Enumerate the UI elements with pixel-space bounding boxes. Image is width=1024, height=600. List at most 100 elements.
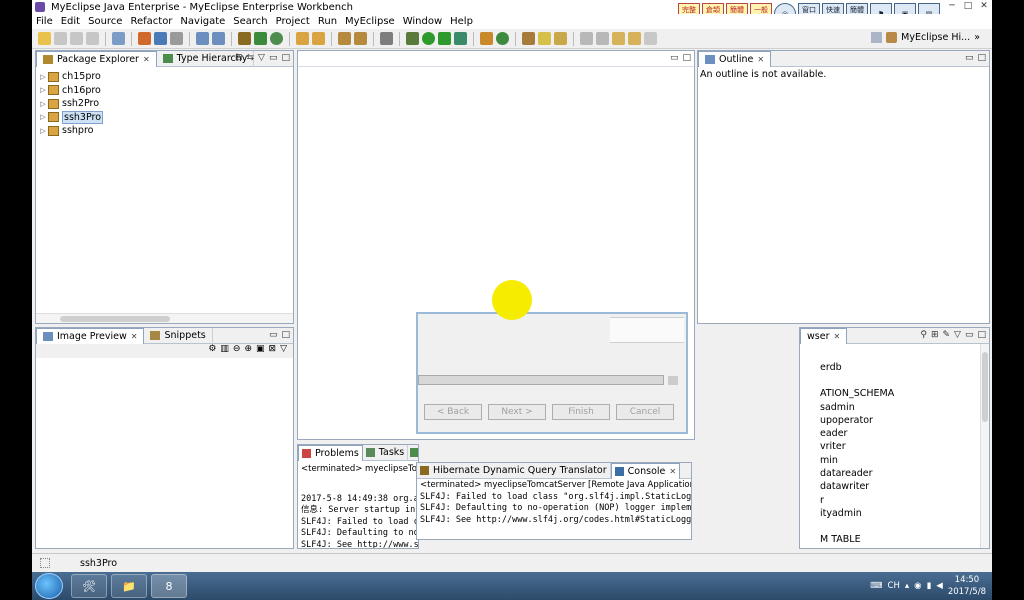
highlight-icon[interactable] [538, 32, 551, 45]
prev-annotation-icon[interactable] [596, 32, 609, 45]
minimize-button[interactable]: ─ [944, 0, 960, 12]
maximize-view-icon[interactable]: □ [977, 330, 986, 340]
tab-hibernate-query[interactable]: Hibernate Dynamic Query Translator [417, 463, 611, 479]
tab-image-preview[interactable]: Image Preview ✕ [36, 328, 145, 344]
close-icon[interactable]: ✕ [131, 332, 138, 341]
cancel-button[interactable]: Cancel [616, 404, 674, 420]
perspective-switcher[interactable]: MyEclipse Hi... » [871, 32, 980, 43]
db-item[interactable]: vriter [820, 440, 989, 453]
menu-myeclipse[interactable]: MyEclipse [341, 16, 399, 27]
back-icon[interactable] [628, 32, 641, 45]
new-icon[interactable] [38, 32, 51, 45]
close-button[interactable]: ✕ [976, 0, 992, 12]
close-icon[interactable]: ✕ [757, 55, 764, 64]
menu-navigate[interactable]: Navigate [176, 16, 229, 27]
browser-icon[interactable] [170, 32, 183, 45]
db-connect-icon[interactable]: ⚲ [920, 330, 927, 340]
minimize-view-icon[interactable]: ▭ [269, 53, 278, 63]
back-button[interactable]: < Back [424, 404, 482, 420]
expand-arrow-icon[interactable]: ▷ [38, 73, 48, 81]
db-item[interactable]: erdb [820, 361, 989, 374]
last-edit-icon[interactable] [612, 32, 625, 45]
horizontal-scrollbar[interactable] [36, 313, 293, 323]
collapse-all-icon[interactable]: ⊟ [235, 53, 243, 63]
open-type-icon[interactable] [296, 32, 309, 45]
refresh-icon[interactable] [496, 32, 509, 45]
settings-icon[interactable]: ⚙ [208, 344, 216, 358]
run-config-icon[interactable] [454, 32, 467, 45]
taskbar-app-folder-icon[interactable]: 📁 [111, 574, 147, 598]
zoom-in-icon[interactable]: ⊕ [244, 344, 252, 358]
security-icon[interactable]: ◉ [914, 581, 921, 591]
maximize-view-icon[interactable]: □ [281, 330, 290, 340]
class-icon[interactable] [254, 32, 267, 45]
show-hidden-icon[interactable]: ▴ [905, 581, 909, 591]
close-icon[interactable]: ✕ [669, 467, 676, 476]
menu-help[interactable]: Help [446, 16, 477, 27]
db-item[interactable]: sadmin [820, 401, 989, 414]
view-menu-icon[interactable]: ▽ [280, 344, 287, 358]
close-icon[interactable]: ✕ [143, 55, 150, 64]
volume-icon[interactable]: ◀ [936, 581, 943, 591]
db-item[interactable]: r [820, 494, 989, 507]
menu-source[interactable]: Source [84, 16, 126, 27]
save-icon[interactable] [54, 32, 67, 45]
db-new-icon[interactable]: ⊞ [931, 330, 939, 340]
tray-lang[interactable]: CH [888, 581, 900, 591]
maximize-view-icon[interactable]: □ [682, 53, 691, 63]
tree-item-ssh3pro[interactable]: ▷ ssh3Pro [38, 110, 291, 125]
db-item[interactable]: datawriter [820, 480, 989, 493]
minimize-view-icon[interactable]: ▭ [269, 330, 278, 340]
menu-project[interactable]: Project [272, 16, 314, 27]
status-settings-icon[interactable] [40, 558, 50, 568]
debug-icon[interactable] [406, 32, 419, 45]
scroll-thumb[interactable] [982, 352, 988, 422]
tab-outline[interactable]: Outline ✕ [698, 51, 772, 67]
close-icon[interactable]: ✕ [833, 332, 840, 341]
menu-edit[interactable]: Edit [57, 16, 84, 27]
run-icon[interactable] [422, 32, 435, 45]
menu-file[interactable]: File [32, 16, 57, 27]
tab-problems[interactable]: Problems [298, 445, 363, 461]
annotation-icon[interactable] [554, 32, 567, 45]
taskbar-app-myeclipse-icon[interactable]: 8 [151, 574, 187, 598]
pencil-icon[interactable] [522, 32, 535, 45]
maximize-view-icon[interactable]: □ [281, 53, 290, 63]
zoom-out-icon[interactable]: ⊖ [233, 344, 241, 358]
menu-search[interactable]: Search [229, 16, 271, 27]
db-item[interactable]: M TABLE [820, 533, 989, 546]
expand-arrow-icon[interactable]: ▷ [38, 127, 48, 135]
tab-package-explorer[interactable]: Package Explorer ✕ [36, 51, 157, 67]
histogram-icon[interactable]: ▥ [220, 344, 229, 358]
minimize-view-icon[interactable]: ▭ [670, 53, 679, 63]
maximize-button[interactable]: □ [960, 0, 976, 12]
print-icon[interactable] [86, 32, 99, 45]
db-item[interactable]: ityadmin [820, 507, 989, 520]
overflow-chevron[interactable]: » [974, 32, 980, 43]
dialog-bar-button[interactable] [668, 376, 678, 385]
expand-arrow-icon[interactable]: ▷ [38, 100, 48, 108]
globe-icon[interactable] [270, 32, 283, 45]
server-icon[interactable] [154, 32, 167, 45]
taskbar-app-tools-icon[interactable]: 🛠 [71, 574, 107, 598]
wizard2-icon[interactable] [212, 32, 225, 45]
next-button[interactable]: Next > [488, 404, 546, 420]
vertical-scrollbar[interactable] [980, 344, 989, 548]
keyboard-icon[interactable]: ⌨ [870, 581, 882, 591]
run-external-icon[interactable] [438, 32, 451, 45]
deploy-icon[interactable] [138, 32, 151, 45]
new-project-icon[interactable] [112, 32, 125, 45]
link-editor-icon[interactable]: ⇆ [247, 53, 255, 63]
db-item[interactable]: ATION_SCHEMA [820, 387, 989, 400]
db-item[interactable]: min [820, 454, 989, 467]
menu-refactor[interactable]: Refactor [126, 16, 176, 27]
tab-console[interactable]: Console ✕ [610, 463, 681, 479]
expand-arrow-icon[interactable]: ▷ [38, 86, 48, 94]
scroll-thumb[interactable] [60, 316, 170, 322]
next-annotation-icon[interactable] [580, 32, 593, 45]
tab-web[interactable]: W [408, 445, 418, 461]
start-button[interactable] [35, 573, 63, 599]
db-item[interactable]: datareader [820, 467, 989, 480]
db-item[interactable]: upoperator [820, 414, 989, 427]
monitor-icon[interactable] [380, 32, 393, 45]
